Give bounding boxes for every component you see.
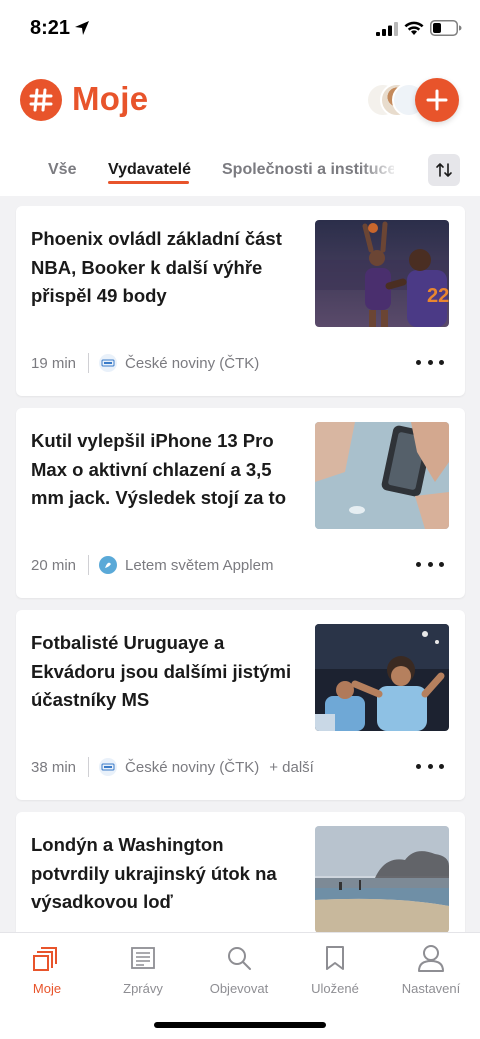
- article-thumbnail: [315, 624, 449, 731]
- tab-scroll-fade: [360, 150, 400, 190]
- nav-item-nastaveni[interactable]: Nastavení: [391, 943, 471, 996]
- active-tab-indicator: [108, 181, 189, 184]
- more-options-button[interactable]: [416, 756, 444, 776]
- nav-label: Moje: [32, 981, 62, 996]
- source-logo-icon: [99, 354, 118, 372]
- app-logo-icon: [20, 79, 62, 121]
- article-title: Phoenix ovládl základní část NBA, Booker…: [31, 228, 282, 306]
- article-meta: 19 min České noviny (ČTK): [31, 353, 259, 373]
- page-title: Moje: [72, 80, 149, 117]
- more-options-button[interactable]: [416, 352, 444, 372]
- nav-label: Nastavení: [401, 981, 461, 996]
- more-options-button[interactable]: [416, 554, 444, 574]
- sort-arrows-icon: [436, 163, 452, 177]
- nav-item-moje[interactable]: Moje: [7, 943, 87, 996]
- battery-icon: [430, 20, 462, 36]
- svg-text:22: 22: [427, 285, 449, 307]
- article-thumbnail: [315, 826, 449, 933]
- article-source[interactable]: České noviny (ČTK): [125, 759, 259, 776]
- meta-divider: [88, 555, 90, 575]
- nav-item-objevovat[interactable]: Objevovat: [199, 943, 279, 996]
- more-sources-link[interactable]: + další: [269, 759, 314, 776]
- nav-label: Uložené: [311, 981, 359, 996]
- plus-icon: [426, 89, 448, 111]
- search-icon: [228, 947, 251, 970]
- article-source[interactable]: České noviny (ČTK): [125, 355, 259, 372]
- article-meta: 20 min Letem světem Applem: [31, 555, 273, 575]
- article-thumbnail: 22: [315, 220, 449, 327]
- tab-all[interactable]: Vše: [48, 161, 76, 179]
- article-title: Londýn a Washington potvrdily ukrajinský…: [31, 834, 277, 912]
- meta-divider: [88, 353, 90, 373]
- status-time: 8:21: [30, 17, 71, 39]
- nav-label: Objevovat: [209, 981, 269, 996]
- my-feed-icon: [33, 947, 57, 971]
- home-indicator: [154, 1022, 326, 1028]
- article-card[interactable]: Fotbalisté Uruguaye a Ekvádoru jsou dalš…: [16, 610, 465, 800]
- article-title: Kutil vylepšil iPhone 13 Pro Max o aktiv…: [31, 430, 286, 508]
- nav-item-zpravy[interactable]: Zprávy: [103, 943, 183, 996]
- sort-button[interactable]: [428, 154, 460, 186]
- tab-publishers[interactable]: Vydavatelé: [108, 161, 191, 179]
- followed-sources-avatars[interactable]: [366, 83, 426, 117]
- source-logo-icon: [99, 556, 118, 574]
- location-arrow-icon: [75, 21, 89, 35]
- status-bar: 8:21: [0, 0, 480, 56]
- add-button[interactable]: [415, 78, 459, 122]
- meta-divider: [88, 757, 90, 777]
- nav-label: Zprávy: [123, 981, 163, 996]
- article-card[interactable]: Kutil vylepšil iPhone 13 Pro Max o aktiv…: [16, 408, 465, 598]
- article-title: Fotbalisté Uruguaye a Ekvádoru jsou dalš…: [31, 632, 292, 710]
- article-age: 20 min: [31, 556, 77, 574]
- nav-item-ulozene[interactable]: Uložené: [295, 943, 375, 996]
- article-meta: 38 min České noviny (ČTK) + další: [31, 757, 314, 777]
- bookmark-icon: [326, 946, 344, 970]
- article-source[interactable]: Letem světem Applem: [125, 557, 273, 574]
- article-age: 38 min: [31, 758, 77, 776]
- wifi-icon: [404, 21, 424, 35]
- source-logo-icon: [99, 758, 118, 776]
- profile-icon: [418, 945, 444, 972]
- article-thumbnail: [315, 422, 449, 529]
- article-card[interactable]: Phoenix ovládl základní část NBA, Booker…: [16, 206, 465, 396]
- article-age: 19 min: [31, 354, 77, 372]
- cellular-signal-icon: [376, 22, 398, 36]
- news-icon: [131, 947, 155, 969]
